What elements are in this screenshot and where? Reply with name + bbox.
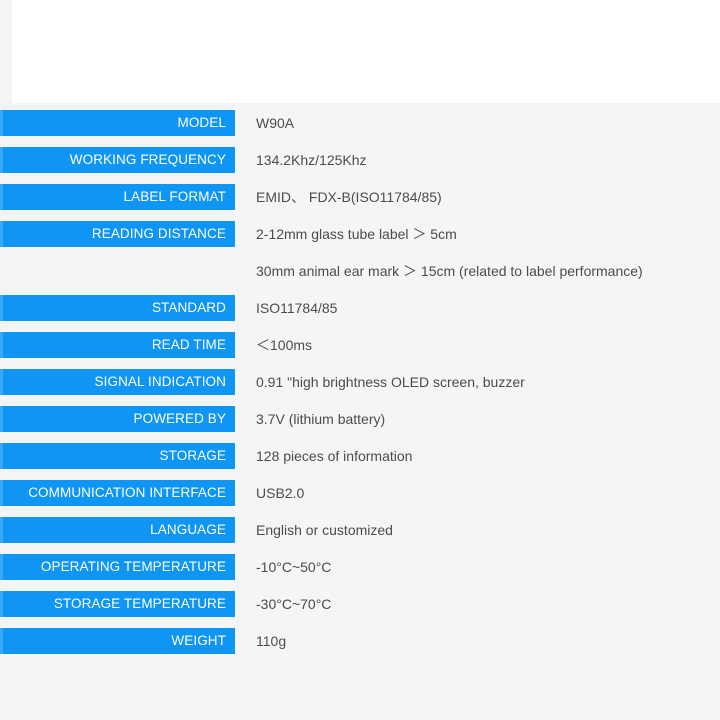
table-row: LANGUAGE English or customized bbox=[0, 517, 720, 554]
spec-value-cell: English or customized bbox=[256, 517, 393, 543]
spec-value-cell: EMID、 FDX-B(ISO11784/85) bbox=[256, 184, 442, 210]
spec-value: USB2.0 bbox=[256, 485, 305, 501]
spec-label-cell: STANDARD bbox=[0, 295, 235, 321]
spec-value: 0.91 "high brightness OLED screen, buzze… bbox=[256, 374, 525, 390]
spec-label-cell-empty bbox=[0, 258, 235, 284]
spec-value-cell: 2-12mm glass tube label ＞ 5cm bbox=[256, 221, 457, 247]
spec-value: 110g bbox=[256, 633, 287, 649]
spec-value-cell: 110g bbox=[256, 628, 286, 654]
spec-value-cell: 134.2Khz/125Khz bbox=[256, 147, 367, 173]
spec-label-cell: WEIGHT bbox=[0, 628, 235, 654]
spec-label: READING DISTANCE bbox=[91, 226, 226, 242]
spec-label-cell: READING DISTANCE bbox=[0, 221, 235, 247]
table-row: OPERATING TEMPERATURE -10°C~50°C bbox=[0, 554, 720, 591]
spec-label: SIGNAL INDICATION bbox=[94, 374, 226, 390]
spec-value: 2-12mm glass tube label ＞ 5cm bbox=[256, 226, 457, 242]
table-row: WEIGHT 110g bbox=[0, 628, 720, 665]
specification-page: MODEL W90A WORKING FREQUENCY 134.2Khz/125Kh… bbox=[0, 0, 720, 720]
spec-label-cell: WORKING FREQUENCY bbox=[0, 147, 235, 173]
table-row: MODEL W90A bbox=[0, 110, 720, 147]
spec-label-cell: POWERED BY bbox=[0, 406, 235, 432]
spec-label-cell: MODEL bbox=[0, 110, 235, 136]
spec-label: LABEL FORMAT bbox=[123, 189, 226, 205]
spec-label: POWERED BY bbox=[133, 411, 226, 427]
table-row: STORAGE TEMPERATURE -30°C~70°C bbox=[0, 591, 720, 628]
spec-value: W90A bbox=[256, 115, 295, 131]
table-row: STORAGE 128 pieces of information bbox=[0, 443, 720, 480]
spec-label-cell: SIGNAL INDICATION bbox=[0, 369, 235, 395]
spec-label: WEIGHT bbox=[171, 633, 226, 649]
spec-value: 134.2Khz/125Khz bbox=[256, 152, 367, 168]
spec-label: STANDARD bbox=[151, 300, 226, 316]
table-row: WORKING FREQUENCY 134.2Khz/125Khz bbox=[0, 147, 720, 184]
table-row: STANDARD ISO11784/85 bbox=[0, 295, 720, 332]
specification-table: MODEL W90A WORKING FREQUENCY 134.2Khz/125Kh… bbox=[0, 110, 720, 665]
spec-value: -30°C~70°C bbox=[256, 596, 332, 612]
spec-label-cell: LANGUAGE bbox=[0, 517, 235, 543]
spec-label-cell: COMMUNICATION INTERFACE bbox=[0, 480, 235, 506]
table-row: 30mm animal ear mark ＞ 15cm (related to … bbox=[0, 258, 720, 295]
spec-value-cell: 128 pieces of information bbox=[256, 443, 412, 469]
spec-value-cell: -30°C~70°C bbox=[256, 591, 331, 617]
spec-label-cell: STORAGE bbox=[0, 443, 235, 469]
table-row: POWERED BY 3.7V (lithium battery) bbox=[0, 406, 720, 443]
spec-value-cell: 30mm animal ear mark ＞ 15cm (related to … bbox=[256, 258, 643, 284]
spec-label: LANGUAGE bbox=[150, 522, 226, 538]
spec-label: READ TIME bbox=[151, 337, 226, 353]
spec-label: MODEL bbox=[177, 115, 226, 131]
spec-label-cell: LABEL FORMAT bbox=[0, 184, 235, 210]
table-row: COMMUNICATION INTERFACE USB2.0 bbox=[0, 480, 720, 517]
spec-value-cell: 3.7V (lithium battery) bbox=[256, 406, 385, 432]
table-row: SIGNAL INDICATION 0.91 "high brightness O… bbox=[0, 369, 720, 406]
spec-value: -10°C~50°C bbox=[256, 559, 332, 575]
spec-value-cell: -10°C~50°C bbox=[256, 554, 331, 580]
spec-value-cell: USB2.0 bbox=[256, 480, 304, 506]
spec-value: English or customized bbox=[256, 522, 393, 538]
spec-label-cell: OPERATING TEMPERATURE bbox=[0, 554, 235, 580]
spec-label: STORAGE TEMPERATURE bbox=[53, 596, 226, 612]
top-white-banner bbox=[12, 0, 720, 103]
spec-value: 128 pieces of information bbox=[256, 448, 413, 464]
table-row: READ TIME ＜100ms bbox=[0, 332, 720, 369]
spec-value-cell: ISO11784/85 bbox=[256, 295, 337, 321]
spec-value-cell: 0.91 "high brightness OLED screen, buzze… bbox=[256, 369, 525, 395]
spec-value: 30mm animal ear mark ＞ 15cm (related to … bbox=[256, 263, 643, 279]
spec-value: ISO11784/85 bbox=[256, 300, 338, 316]
spec-label: WORKING FREQUENCY bbox=[69, 152, 226, 168]
table-row: READING DISTANCE 2-12mm glass tube label … bbox=[0, 221, 720, 258]
spec-value-cell: ＜100ms bbox=[256, 332, 312, 358]
spec-value-cell: W90A bbox=[256, 110, 294, 136]
table-row: LABEL FORMAT EMID、 FDX-B(ISO11784/85) bbox=[0, 184, 720, 221]
spec-label: STORAGE bbox=[159, 448, 226, 464]
spec-label-cell: READ TIME bbox=[0, 332, 235, 358]
spec-label: COMMUNICATION INTERFACE bbox=[28, 485, 226, 501]
spec-label: OPERATING TEMPERATURE bbox=[40, 559, 226, 575]
spec-label-cell: STORAGE TEMPERATURE bbox=[0, 591, 235, 617]
spec-value: EMID、 FDX-B(ISO11784/85) bbox=[256, 189, 442, 205]
spec-value: 3.7V (lithium battery) bbox=[256, 411, 386, 427]
spec-value: ＜100ms bbox=[256, 337, 313, 353]
